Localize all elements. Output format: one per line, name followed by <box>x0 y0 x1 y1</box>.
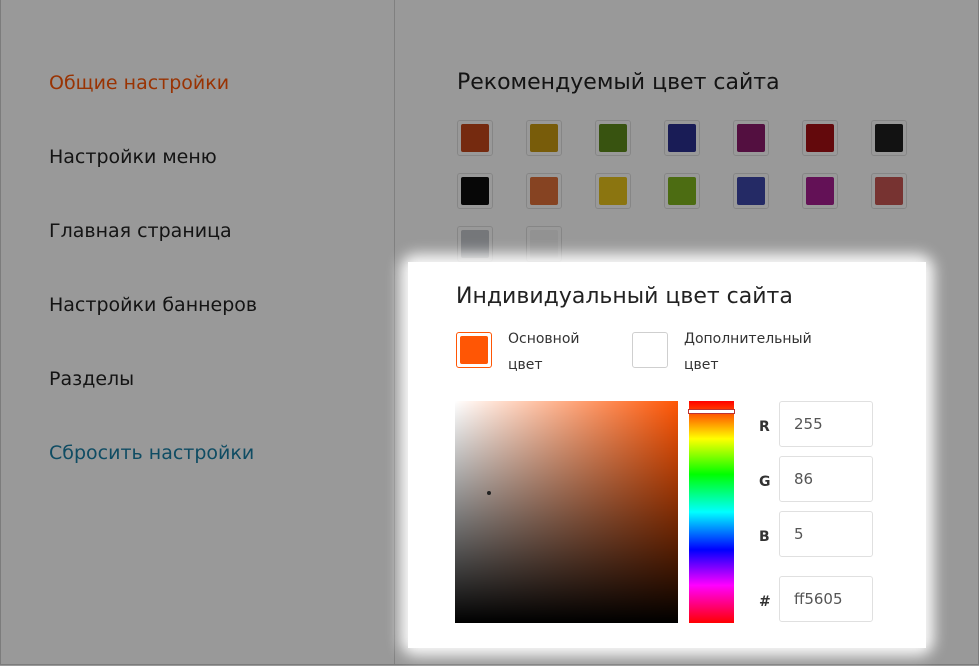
color-swatch[interactable] <box>526 120 562 156</box>
color-swatch-fill <box>806 124 834 152</box>
color-swatch-fill <box>875 124 903 152</box>
reset-settings-link[interactable]: Сбросить настройки <box>49 442 254 464</box>
hue-slider[interactable] <box>689 401 734 623</box>
saturation-brightness-area[interactable] <box>455 401 678 623</box>
sidebar-item-home[interactable]: Главная страница <box>49 220 232 242</box>
color-swatch-fill <box>530 230 558 258</box>
sidebar-item-menu[interactable]: Настройки меню <box>49 146 217 168</box>
color-swatch-fill <box>530 177 558 205</box>
color-swatch[interactable] <box>457 173 493 209</box>
secondary-color-fill <box>636 336 664 364</box>
red-channel-input[interactable]: 255 <box>779 401 873 447</box>
primary-color-fill <box>460 336 488 364</box>
sidebar-item-general[interactable]: Общие настройки <box>49 72 229 94</box>
color-swatch-fill <box>461 124 489 152</box>
hue-slider-handle[interactable] <box>689 410 734 413</box>
green-channel-input[interactable]: 86 <box>779 456 873 502</box>
saturation-cursor[interactable] <box>487 491 491 495</box>
sidebar: Общие настройки Настройки меню Главная с… <box>1 0 395 664</box>
color-swatch[interactable] <box>802 173 838 209</box>
color-swatch[interactable] <box>733 120 769 156</box>
color-swatch-fill <box>530 124 558 152</box>
color-swatch-fill <box>599 124 627 152</box>
custom-color-panel: Индивидуальный цвет сайта Основной цвет … <box>408 262 926 648</box>
color-swatch[interactable] <box>457 120 493 156</box>
color-swatch[interactable] <box>802 120 838 156</box>
green-channel-label: G <box>759 474 771 490</box>
color-swatch-fill <box>737 124 765 152</box>
hex-input[interactable]: ff5605 <box>779 576 873 622</box>
custom-color-title: Индивидуальный цвет сайта <box>456 284 793 309</box>
red-channel-label: R <box>759 419 770 435</box>
color-swatch-fill <box>668 177 696 205</box>
color-swatch[interactable] <box>595 173 631 209</box>
color-swatch-fill <box>806 177 834 205</box>
color-swatch[interactable] <box>871 173 907 209</box>
color-swatch-fill <box>461 230 489 258</box>
blue-channel-input[interactable]: 5 <box>779 511 873 557</box>
primary-color-picker[interactable] <box>456 332 492 368</box>
secondary-color-label: Дополнительный цвет <box>684 331 812 373</box>
sidebar-item-banners[interactable]: Настройки баннеров <box>49 294 257 316</box>
secondary-color-picker[interactable] <box>632 332 668 368</box>
color-swatch-fill <box>875 177 903 205</box>
color-swatch[interactable] <box>664 120 700 156</box>
hex-label: # <box>759 594 771 610</box>
color-swatch[interactable] <box>595 120 631 156</box>
color-swatch[interactable] <box>526 226 562 262</box>
recommended-color-title: Рекомендуемый цвет сайта <box>457 70 780 95</box>
color-swatch-fill <box>737 177 765 205</box>
color-swatch[interactable] <box>733 173 769 209</box>
color-swatch-fill <box>461 177 489 205</box>
color-swatch[interactable] <box>526 173 562 209</box>
sidebar-item-sections[interactable]: Разделы <box>49 368 134 390</box>
color-swatch[interactable] <box>871 120 907 156</box>
color-swatch-fill <box>668 124 696 152</box>
color-swatch-fill <box>599 177 627 205</box>
blue-channel-label: B <box>759 529 770 545</box>
color-swatch[interactable] <box>457 226 493 262</box>
color-swatch[interactable] <box>664 173 700 209</box>
